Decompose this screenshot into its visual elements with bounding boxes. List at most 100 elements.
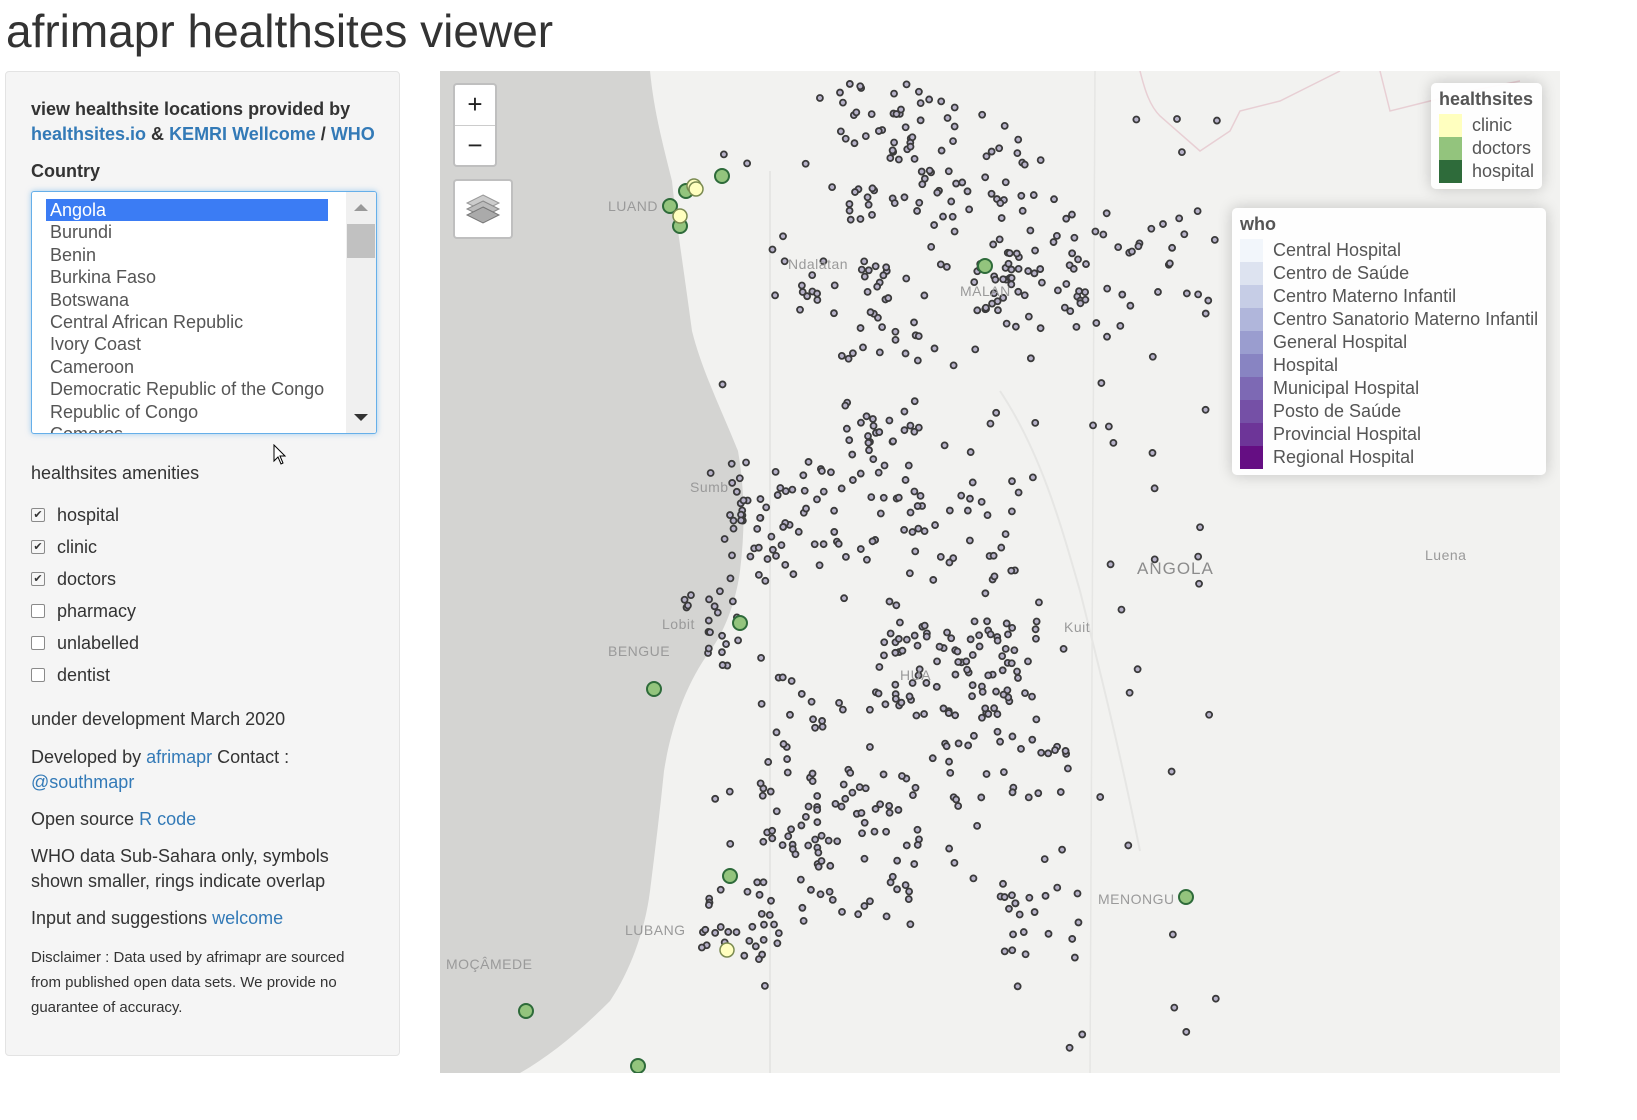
healthsite-marker[interactable] <box>794 527 803 536</box>
healthsite-marker[interactable] <box>817 857 826 865</box>
healthsite-marker[interactable] <box>1007 566 1016 575</box>
healthsite-marker[interactable] <box>1168 930 1177 939</box>
healthsite-marker[interactable] <box>937 146 946 155</box>
healthsite-marker[interactable] <box>836 88 844 97</box>
healthsite-marker[interactable] <box>772 728 781 737</box>
healthsite-marker[interactable] <box>915 198 924 207</box>
healthsite-marker[interactable] <box>892 601 901 610</box>
healthsite-marker[interactable] <box>913 825 922 834</box>
healthsite-marker[interactable] <box>1193 207 1202 216</box>
healthsite-marker[interactable] <box>787 677 796 685</box>
healthsite-marker[interactable] <box>1068 935 1077 943</box>
healthsite-marker[interactable] <box>1201 309 1210 318</box>
amenity-clinic[interactable]: ✔ clinic <box>31 536 97 558</box>
healthsite-marker[interactable] <box>952 795 961 804</box>
amenity-checkbox[interactable] <box>31 668 45 682</box>
healthsite-marker[interactable] <box>1168 243 1177 252</box>
healthsite-marker[interactable] <box>763 555 772 563</box>
healthsite-marker[interactable] <box>936 552 945 561</box>
healthsite-marker[interactable] <box>796 305 804 314</box>
healthsite-marker[interactable] <box>937 97 946 106</box>
healthsite-marker[interactable] <box>905 692 914 701</box>
healthsite-marker[interactable] <box>1051 746 1059 754</box>
healthsite-marker[interactable] <box>836 127 845 136</box>
healthsite-marker[interactable] <box>808 769 817 778</box>
country-option[interactable]: Democratic Republic of the Congo <box>46 378 328 400</box>
healthsite-marker[interactable] <box>863 555 871 564</box>
healthsite-marker[interactable] <box>719 942 735 958</box>
healthsite-marker[interactable] <box>895 618 904 627</box>
healthsite-marker[interactable] <box>940 441 949 450</box>
healthsite-marker[interactable] <box>757 653 765 662</box>
healthsite-marker[interactable] <box>913 207 921 215</box>
country-option[interactable]: Benin <box>46 244 328 266</box>
healthsite-marker[interactable] <box>879 493 888 502</box>
healthsite-marker[interactable] <box>728 551 736 560</box>
healthsite-marker[interactable] <box>857 809 866 817</box>
healthsite-marker[interactable] <box>984 710 993 718</box>
healthsite-marker[interactable] <box>992 687 1000 696</box>
amenity-unlabelled[interactable]: unlabelled <box>31 632 139 654</box>
healthsite-marker[interactable] <box>813 296 822 304</box>
scroll-up-arrow-icon[interactable] <box>354 204 368 211</box>
healthsite-marker[interactable] <box>914 524 923 533</box>
healthsite-marker[interactable] <box>879 770 888 779</box>
healthsite-marker[interactable] <box>900 525 908 534</box>
healthsite-marker[interactable] <box>830 528 839 536</box>
healthsite-marker[interactable] <box>753 878 762 887</box>
healthsite-marker[interactable] <box>716 885 725 894</box>
healthsite-marker[interactable] <box>866 308 875 317</box>
healthsite-marker[interactable] <box>885 801 894 810</box>
healthsite-marker[interactable] <box>933 188 942 197</box>
healthsite-marker[interactable] <box>1015 910 1024 919</box>
healthsite-marker[interactable] <box>893 885 901 894</box>
healthsite-marker[interactable] <box>1038 278 1046 287</box>
healthsite-marker[interactable] <box>935 642 944 651</box>
healthsite-marker[interactable] <box>866 897 874 906</box>
healthsite-marker[interactable] <box>917 167 926 176</box>
healthsite-marker[interactable] <box>916 491 925 500</box>
healthsite-marker[interactable] <box>864 200 873 209</box>
healthsite-marker[interactable] <box>878 323 887 331</box>
healthsite-marker[interactable] <box>1014 287 1023 296</box>
amenity-checkbox[interactable]: ✔ <box>31 540 45 554</box>
healthsite-marker[interactable] <box>911 783 920 792</box>
healthsite-marker[interactable] <box>646 681 662 697</box>
healthsite-marker[interactable] <box>1024 793 1033 802</box>
southmapr-link[interactable]: @southmapr <box>31 772 134 792</box>
healthsite-marker[interactable] <box>860 818 869 827</box>
healthsite-marker[interactable] <box>963 187 972 196</box>
healthsite-marker[interactable] <box>830 506 838 515</box>
healthsite-marker[interactable] <box>920 174 929 183</box>
healthsite-marker[interactable] <box>890 89 898 98</box>
healthsite-marker[interactable] <box>1032 715 1041 724</box>
healthsite-marker[interactable] <box>888 872 897 881</box>
healthsite-marker[interactable] <box>1194 290 1203 299</box>
kemri-link[interactable]: KEMRI Wellcome <box>169 124 316 144</box>
healthsite-marker[interactable] <box>951 670 960 679</box>
healthsite-marker[interactable] <box>1126 301 1135 310</box>
healthsite-marker[interactable] <box>905 569 914 578</box>
healthsite-marker[interactable] <box>1118 290 1127 299</box>
healthsite-marker[interactable] <box>1117 605 1126 614</box>
healthsite-marker[interactable] <box>711 794 720 803</box>
amenity-checkbox[interactable] <box>31 604 45 618</box>
healthsite-marker[interactable] <box>1078 1030 1087 1039</box>
healthsite-marker[interactable] <box>672 208 688 224</box>
healthsite-marker[interactable] <box>922 632 931 641</box>
healthsite-marker[interactable] <box>751 942 760 951</box>
country-option[interactable]: Angola <box>46 199 328 222</box>
healthsite-marker[interactable] <box>871 805 880 813</box>
healthsite-marker[interactable] <box>869 421 878 430</box>
healthsite-marker[interactable] <box>729 516 738 525</box>
healthsite-marker[interactable] <box>1044 929 1053 938</box>
healthsite-marker[interactable] <box>920 710 928 718</box>
healthsite-marker[interactable] <box>943 114 952 122</box>
healthsite-marker[interactable] <box>1082 260 1090 268</box>
healthsite-marker[interactable] <box>886 629 895 638</box>
healthsite-marker[interactable] <box>813 805 822 814</box>
healthsite-marker[interactable] <box>817 831 826 840</box>
healthsite-marker[interactable] <box>982 770 991 778</box>
healthsite-marker[interactable] <box>726 574 735 583</box>
healthsite-marker[interactable] <box>965 205 974 214</box>
